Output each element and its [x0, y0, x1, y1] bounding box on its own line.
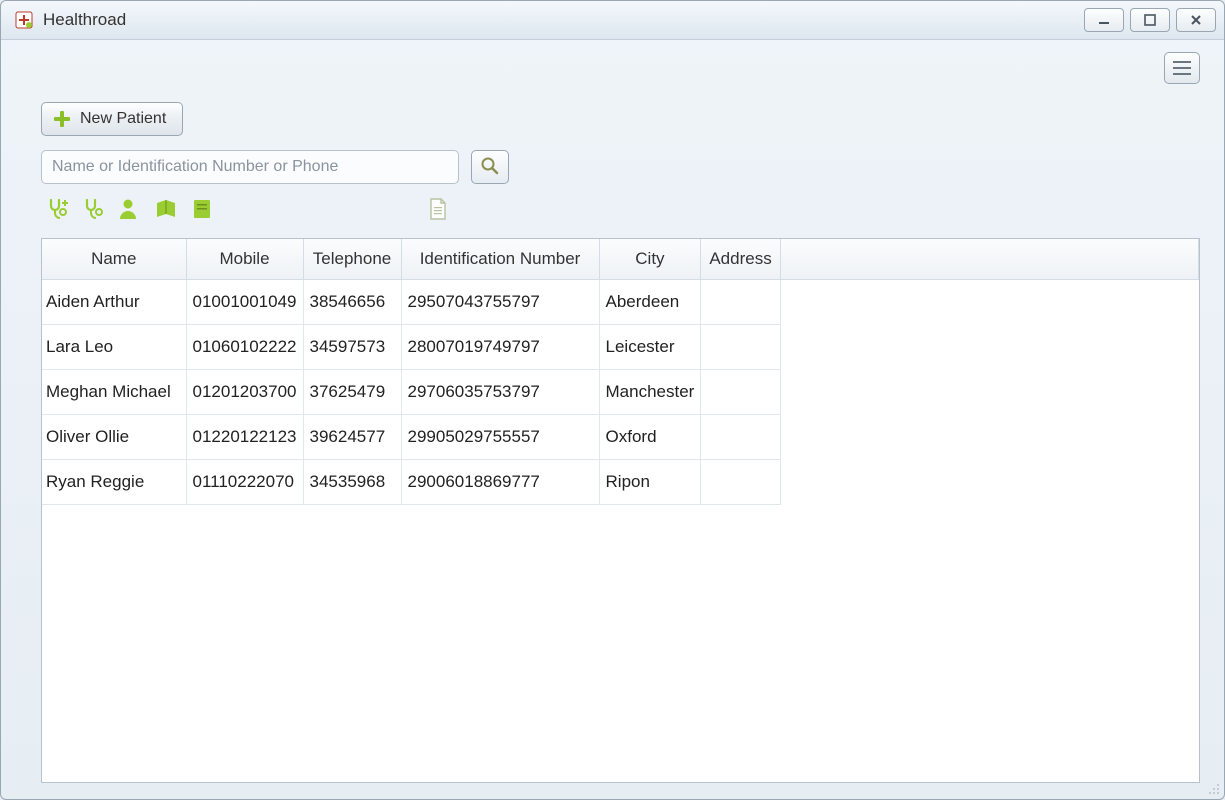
plus-icon: [52, 109, 72, 129]
col-address[interactable]: Address: [701, 239, 780, 280]
cell-idnum: 29706035753797: [401, 370, 599, 415]
col-city[interactable]: City: [599, 239, 701, 280]
cell-address: [701, 415, 780, 460]
cell-name: Lara Leo: [42, 325, 186, 370]
cell-city: Leicester: [599, 325, 701, 370]
search-icon: [480, 156, 500, 179]
table-row[interactable]: Oliver Ollie 01220122123 39624577 299050…: [42, 415, 1198, 460]
app-window: Healthroad: [0, 0, 1225, 800]
note-icon[interactable]: [189, 196, 215, 222]
cell-mobile: 01001001049: [186, 280, 303, 325]
titlebar: Healthroad: [1, 1, 1224, 40]
cell-idnum: 28007019749797: [401, 325, 599, 370]
maximize-button[interactable]: [1130, 8, 1170, 32]
app-icon: [15, 11, 33, 29]
cell-mobile: 01060102222: [186, 325, 303, 370]
cell-name: Oliver Ollie: [42, 415, 186, 460]
person-icon[interactable]: [117, 196, 143, 222]
cell-telephone: 34597573: [303, 325, 401, 370]
cell-name: Aiden Arthur: [42, 280, 186, 325]
resize-grip[interactable]: [1206, 781, 1220, 795]
stethoscope-icon[interactable]: [81, 196, 107, 222]
minimize-button[interactable]: [1084, 8, 1124, 32]
action-toolbar: [45, 194, 1200, 224]
cell-mobile: 01201203700: [186, 370, 303, 415]
cell-city: Oxford: [599, 415, 701, 460]
cell-address: [701, 280, 780, 325]
cell-idnum: 29905029755557: [401, 415, 599, 460]
table-header-row: Name Mobile Telephone Identification Num…: [42, 239, 1198, 280]
window-controls: [1084, 8, 1216, 32]
new-patient-button[interactable]: New Patient: [41, 102, 183, 136]
cell-telephone: 38546656: [303, 280, 401, 325]
close-button[interactable]: [1176, 8, 1216, 32]
cell-mobile: 01220122123: [186, 415, 303, 460]
search-button[interactable]: [471, 150, 509, 184]
cell-address: [701, 370, 780, 415]
cell-mobile: 01110222070: [186, 460, 303, 505]
document-icon[interactable]: [425, 196, 451, 222]
cell-name: Ryan Reggie: [42, 460, 186, 505]
cell-telephone: 34535968: [303, 460, 401, 505]
stethoscope-add-icon[interactable]: [45, 196, 71, 222]
table-row[interactable]: Lara Leo 01060102222 34597573 2800701974…: [42, 325, 1198, 370]
col-idnum[interactable]: Identification Number: [401, 239, 599, 280]
cell-idnum: 29507043755797: [401, 280, 599, 325]
col-name[interactable]: Name: [42, 239, 186, 280]
cell-city: Manchester: [599, 370, 701, 415]
window-title: Healthroad: [43, 10, 126, 30]
cell-telephone: 39624577: [303, 415, 401, 460]
patients-table: Name Mobile Telephone Identification Num…: [42, 239, 1199, 505]
table-row[interactable]: Aiden Arthur 01001001049 38546656 295070…: [42, 280, 1198, 325]
book-icon[interactable]: [153, 196, 179, 222]
patients-table-container: Name Mobile Telephone Identification Num…: [41, 238, 1200, 783]
menu-icon: [1173, 61, 1191, 75]
col-mobile[interactable]: Mobile: [186, 239, 303, 280]
table-row[interactable]: Meghan Michael 01201203700 37625479 2970…: [42, 370, 1198, 415]
table-row[interactable]: Ryan Reggie 01110222070 34535968 2900601…: [42, 460, 1198, 505]
cell-idnum: 29006018869777: [401, 460, 599, 505]
cell-address: [701, 325, 780, 370]
new-patient-label: New Patient: [80, 110, 166, 128]
cell-city: Ripon: [599, 460, 701, 505]
cell-city: Aberdeen: [599, 280, 701, 325]
cell-name: Meghan Michael: [42, 370, 186, 415]
cell-address: [701, 460, 780, 505]
body-area: New Patient: [1, 40, 1224, 799]
col-telephone[interactable]: Telephone: [303, 239, 401, 280]
search-input[interactable]: [41, 150, 459, 184]
col-spacer: [780, 239, 1198, 280]
cell-telephone: 37625479: [303, 370, 401, 415]
menu-button[interactable]: [1164, 52, 1200, 84]
